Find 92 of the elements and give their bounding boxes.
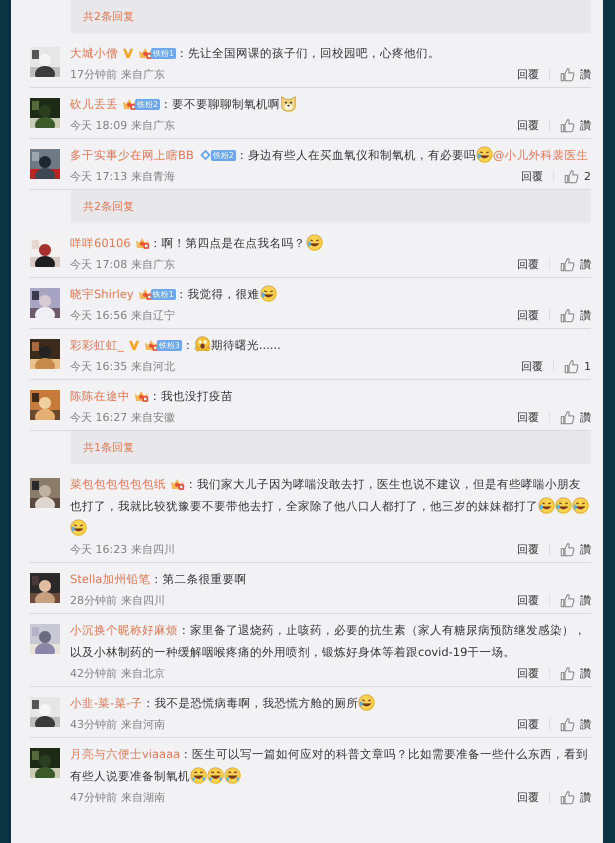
post-time: 今天 16:56 [70,308,128,322]
post-time: 今天 16:35 [70,358,128,374]
like-count[interactable]: 讚 [580,592,591,608]
reply-link[interactable]: 回覆 [521,168,543,184]
comment-text: 咩咩60106 ：啊！第四点是在点我名吗？ [70,232,591,254]
reply-link[interactable]: 回覆 [517,716,539,732]
laughing-emoji-icon [224,767,241,784]
crown-icon [122,97,137,111]
like-count[interactable]: 2 [584,170,591,182]
comment-text: 菜包包包包包包纸 ：我们家大儿子因为哮喘没敢去打，医生也说不建议，但是有些哮喘小朋友也打了，我就比较犹豫要不要带他去打，全家除了他八口人都打了，他三岁的妹妹都打了 [70,473,591,539]
laughing-crying-emoji-icon [70,519,87,536]
post-location: 来自四川 [131,542,176,556]
thumbs-up-icon[interactable] [560,542,575,556]
reply-link[interactable]: 回覆 [517,666,539,680]
fan-level-badge: 铁粉1 [151,48,176,58]
scared-emoji-icon [194,336,211,353]
comment-text: Stella加州铅笔：第二条很重要啊 [70,571,248,588]
comment-text: 小沉换个昵称好麻烦：家里备了退烧药，止咳药，必要的抗生素（家人有糖尿病预防继发感染），以及小林制药的一种缓解咽喉疼痛的外用喷剂，锻炼好身体等着跟covid-19干一场。 [70,622,587,661]
post-time: 47分钟前 [70,790,117,804]
laughing-crying-emoji-icon [358,694,376,711]
post-location: 来自四川 [121,592,165,608]
reply-link[interactable]: 回覆 [517,592,539,608]
thumbs-up-icon[interactable] [560,666,575,680]
like-count[interactable]: 讚 [580,118,591,132]
crown-icon [138,46,153,60]
thumbs-up-icon[interactable] [560,716,575,732]
like-count[interactable]: 讚 [580,790,591,804]
like-count[interactable]: 讚 [580,66,591,82]
post-time: 今天 18:09 [70,118,128,132]
like-count[interactable]: 1 [584,360,591,372]
crown-icon [144,338,159,352]
reply-link[interactable]: 回覆 [517,542,539,556]
post-location: 来自辽宁 [131,308,176,322]
like-count[interactable]: 讚 [580,308,591,322]
post-time: 28分钟前 [70,592,117,608]
post-time: 17分钟前 [70,66,117,82]
like-count[interactable]: 讚 [580,256,591,272]
post-location: 来自安徽 [131,410,176,424]
post-location: 来自河北 [131,358,176,374]
reply-link[interactable]: 回覆 [517,118,539,132]
thumbs-up-icon[interactable] [560,790,575,804]
like-count[interactable]: 讚 [580,542,591,556]
crown-icon [138,287,153,301]
post-location: 来自河南 [121,716,165,732]
thumbs-up-icon[interactable] [560,410,575,424]
thumbs-up-icon[interactable] [564,168,579,184]
laughing-crying-emoji-icon [572,497,589,514]
like-count[interactable]: 讚 [580,666,591,680]
crown-icon [134,236,150,250]
post-time: 今天 16:23 [70,542,128,556]
fan-level-badge: 铁粉2 [135,98,160,110]
post-time: 今天 16:27 [70,410,128,424]
fan-level-badge: 铁粉1 [150,288,176,300]
post-location: 来自广东 [131,256,176,272]
post-time: 今天 17:13 [70,168,128,184]
comment-text: 小韭-菜-菜-子：我不是恐慌病毒啊，我恐慌方舱的厕所 [70,692,591,714]
comment-text: 月亮与六便士viaaaa：医生可以写一篇如何应对的科普文章吗？比如需要准备一些什么东西，看到有些人说要准备制氧机 [70,746,590,786]
diamond-icon [198,148,213,162]
reply-link[interactable]: 回覆 [517,790,539,804]
reply-link[interactable]: 回覆 [517,308,539,322]
laughing-emoji-icon [190,767,207,784]
laughing-crying-emoji-icon [260,285,277,302]
crown-icon [170,477,185,491]
post-location: 来自北京 [121,666,165,680]
post-location: 来自广东 [131,118,176,132]
crown-icon [134,389,149,403]
reply-link[interactable]: 回覆 [517,66,539,82]
like-count[interactable]: 讚 [580,410,591,424]
reply-link[interactable]: 回覆 [517,410,539,424]
post-time: 43分钟前 [70,716,117,732]
post-location: 来自青海 [131,168,176,184]
post-location: 来自湖南 [121,790,165,804]
thumbs-up-icon[interactable] [560,256,575,272]
thumbs-up-icon[interactable] [560,592,575,608]
post-location: 来自广东 [121,66,165,82]
laughing-crying-emoji-icon [306,234,323,251]
post-time: 今天 17:08 [70,256,128,272]
laughing-crying-emoji-icon [538,497,555,514]
thumbs-up-icon[interactable] [560,308,575,322]
laughing-emoji-icon [207,767,224,784]
reply-link[interactable]: 回覆 [521,358,543,374]
thumbs-up-icon[interactable] [560,66,575,82]
laughing-crying-emoji-icon [555,497,572,514]
thumbs-up-icon[interactable] [560,118,575,132]
post-time: 42分钟前 [70,666,117,680]
reply-link[interactable]: 回覆 [517,256,539,272]
like-count[interactable]: 讚 [580,716,591,732]
thumbs-up-icon[interactable] [564,358,579,374]
laughing-crying-emoji-icon [476,146,493,163]
comment-text: 陈陈在途中 ：我也没打疫苗 [70,388,234,405]
fan-level-badge: 铁粉3 [156,340,182,350]
dog-emoji-icon [280,95,298,112]
